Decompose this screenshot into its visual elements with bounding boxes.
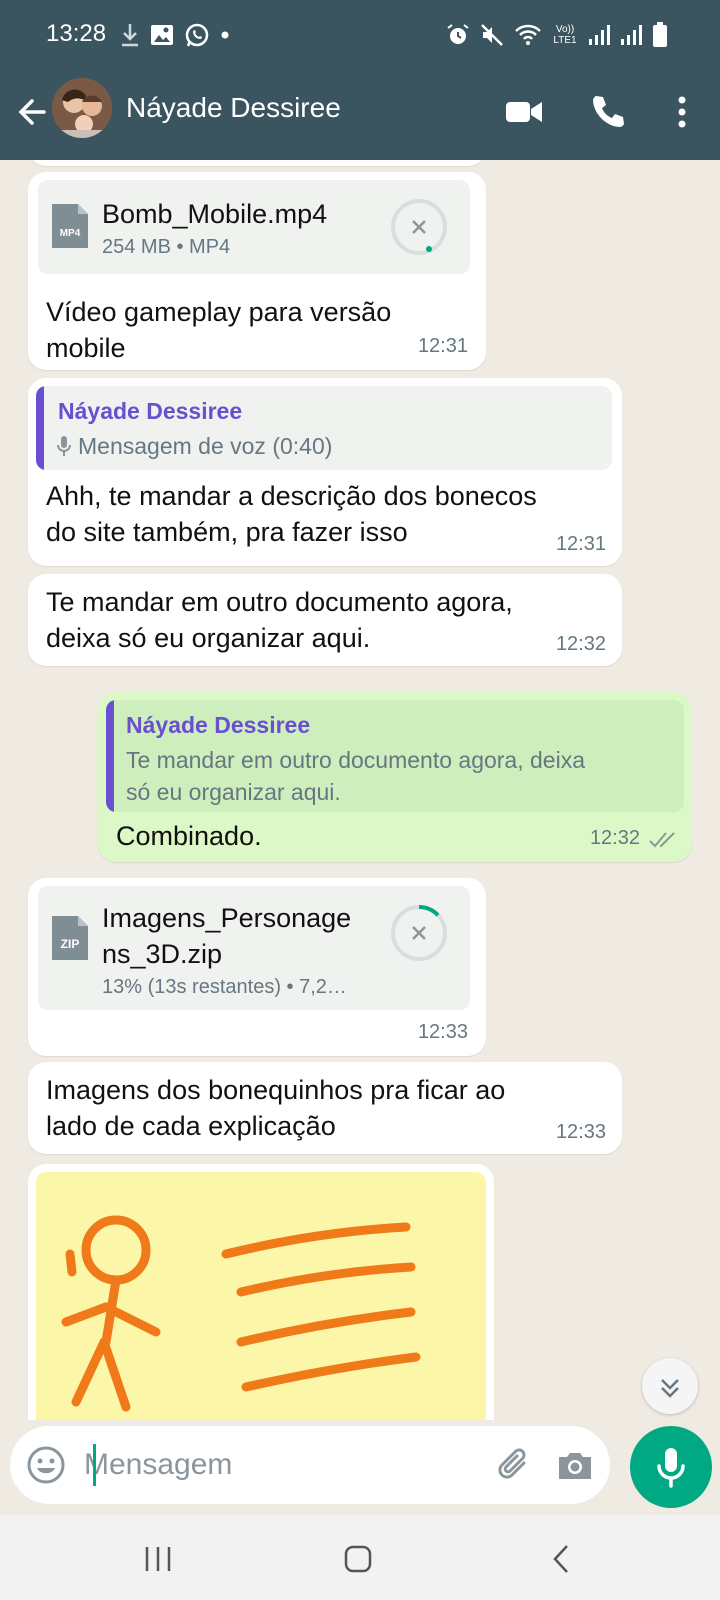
file-type-badge: MP4 [60, 228, 81, 239]
message-time: 12:31 [417, 335, 468, 357]
status-time: 13:28 [46, 20, 107, 47]
message-text: deixa só eu organizar aqui. [46, 623, 371, 653]
double-chevron-down-icon [661, 1379, 679, 1398]
message-text: do site também, pra fazer isso [46, 517, 408, 547]
alarm-icon [447, 24, 469, 44]
microphone-icon [57, 436, 71, 456]
file-message[interactable]: MP4 Bomb_Mobile.mp4 254 MB • MP4 Vídeo g… [28, 172, 486, 370]
message-text: Imagens dos bonequinhos pra ficar ao [46, 1075, 506, 1105]
message-text: Combinado. [116, 821, 262, 851]
video-call-icon[interactable] [502, 90, 546, 134]
home-icon[interactable] [338, 1539, 378, 1579]
voice-record-button[interactable] [630, 1426, 712, 1508]
system-nav-bar [0, 1515, 720, 1600]
contact-name[interactable]: Náyade Dessiree [126, 92, 341, 124]
cancel-download-icon[interactable] [390, 904, 448, 962]
message-time: 12:33 [555, 1121, 606, 1143]
image-icon [151, 25, 173, 45]
quoted-message[interactable]: Náyade Dessiree Te mandar em outro docum… [106, 700, 684, 812]
signal-icon [621, 25, 642, 45]
chat-header: Náyade Dessiree [0, 70, 720, 160]
text-message[interactable]: Imagens dos bonequinhos pra ficar ao lad… [28, 1062, 622, 1154]
outgoing-reply-message[interactable]: Náyade Dessiree Te mandar em outro docum… [98, 692, 692, 862]
voice-call-icon[interactable] [586, 90, 630, 134]
battery-icon [653, 22, 667, 47]
message-text: lado de cada explicação [46, 1111, 336, 1141]
image-preview[interactable] [36, 1172, 486, 1420]
file-meta: 13% (13s restantes) • 7,2… [102, 976, 347, 998]
recent-apps-icon[interactable] [138, 1539, 178, 1579]
emoji-icon[interactable] [24, 1443, 68, 1487]
stick-figure-drawing [61, 1215, 421, 1412]
message-text: mobile [46, 333, 126, 363]
file-attachment[interactable]: ZIP Imagens_Personage ns_3D.zip 13% (13s… [38, 886, 470, 1010]
file-message[interactable]: ZIP Imagens_Personage ns_3D.zip 13% (13s… [28, 878, 486, 1056]
chat-area[interactable]: MP4 Bomb_Mobile.mp4 254 MB • MP4 Vídeo g… [0, 160, 720, 1420]
message-time: 12:32 [589, 827, 640, 849]
quoted-text: Mensagem de voz (0:40) [78, 433, 333, 459]
file-type-badge: ZIP [61, 937, 80, 951]
quoted-text: só eu organizar aqui. [126, 779, 341, 805]
back-icon[interactable] [542, 1539, 582, 1579]
file-attachment[interactable]: MP4 Bomb_Mobile.mp4 254 MB • MP4 [38, 180, 470, 274]
wifi-icon [515, 24, 541, 45]
cancel-download-icon[interactable] [390, 198, 448, 256]
dot-icon [221, 31, 229, 39]
attach-icon[interactable] [494, 1445, 534, 1485]
quoted-message[interactable]: Náyade Dessiree Mensagem de voz (0:40) [36, 386, 612, 470]
quoted-name: Náyade Dessiree [58, 398, 243, 424]
zip-file-icon: ZIP [52, 916, 88, 960]
back-arrow-icon[interactable] [14, 92, 54, 132]
more-options-icon[interactable] [660, 90, 704, 134]
file-name: ns_3D.zip [102, 939, 223, 969]
avatar[interactable] [52, 78, 112, 138]
text-cursor [93, 1444, 96, 1486]
volte-icon: Vo)) LTE1 [553, 24, 577, 46]
message-bubble-partial[interactable] [28, 160, 486, 166]
whatsapp-icon [185, 23, 209, 47]
text-message[interactable]: Te mandar em outro documento agora, deix… [28, 574, 622, 666]
quoted-name: Náyade Dessiree [126, 712, 311, 738]
camera-icon[interactable] [555, 1445, 595, 1485]
file-name: Bomb_Mobile.mp4 [102, 199, 328, 229]
mute-icon [481, 24, 503, 46]
read-receipt-icon [649, 832, 675, 848]
image-message[interactable] [28, 1164, 494, 1420]
reply-message[interactable]: Náyade Dessiree Mensagem de voz (0:40) A… [28, 378, 622, 566]
download-icon [122, 24, 138, 47]
video-file-icon: MP4 [52, 204, 88, 248]
message-input[interactable] [84, 1440, 464, 1490]
signal-icon [589, 25, 610, 45]
message-composer [10, 1426, 610, 1504]
scroll-to-bottom-button[interactable] [642, 1358, 698, 1414]
file-name: Imagens_Personage [102, 903, 352, 933]
message-time: 12:33 [417, 1021, 468, 1043]
quoted-text: Te mandar em outro documento agora, deix… [126, 747, 585, 773]
message-text: Vídeo gameplay para versão [46, 297, 392, 327]
message-time: 12:31 [555, 533, 606, 555]
message-time: 12:32 [555, 633, 606, 655]
file-meta: 254 MB • MP4 [102, 236, 231, 258]
microphone-icon [657, 1448, 685, 1488]
message-text: Te mandar em outro documento agora, [46, 587, 513, 617]
status-bar: 13:28 Vo)) LTE1 [0, 0, 720, 70]
message-text: Ahh, te mandar a descrição dos bonecos [46, 481, 537, 511]
